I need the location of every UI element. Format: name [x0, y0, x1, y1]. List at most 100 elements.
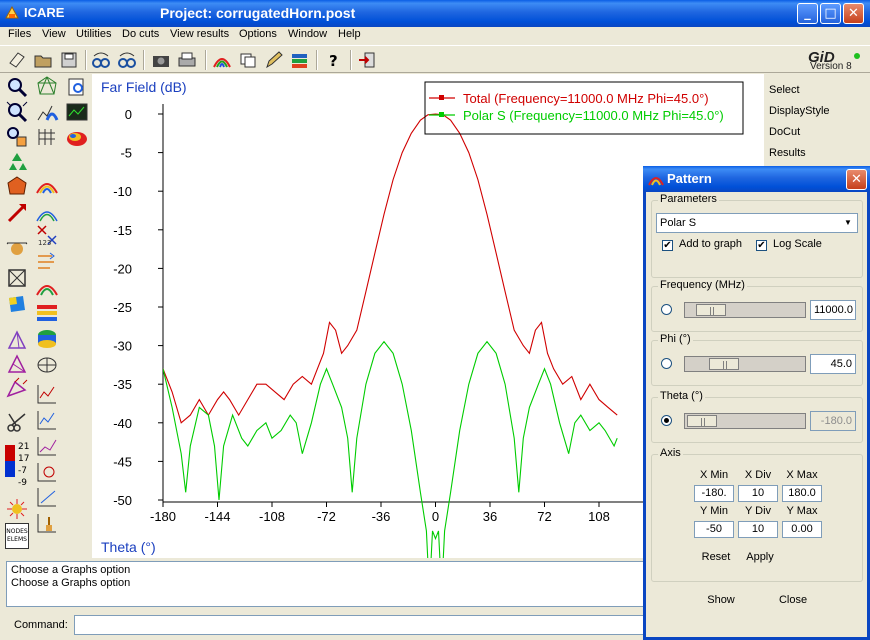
zoom-frame-icon[interactable]	[5, 100, 29, 124]
rainbow-contour-icon[interactable]	[35, 175, 59, 199]
contour-icon[interactable]	[211, 49, 233, 71]
open-folder-icon[interactable]	[32, 49, 54, 71]
menu-help[interactable]: Help	[338, 28, 361, 40]
mesh-grid-icon[interactable]	[35, 125, 59, 149]
graph-window-icon[interactable]	[65, 100, 89, 124]
cylinder-wire-icon[interactable]	[35, 353, 59, 377]
x-tick-label: 0	[432, 509, 439, 524]
minimize-button[interactable]: _	[797, 3, 818, 24]
legend-entry: Total (Frequency=11000.0 MHz Phi=45.0°)	[463, 91, 709, 106]
dialog-title-bar[interactable]: Pattern ✕	[643, 166, 870, 192]
print-icon[interactable]	[176, 49, 198, 71]
rainbow-lines-icon[interactable]	[35, 201, 59, 225]
layers-icon[interactable]	[289, 49, 311, 71]
xdiv-input[interactable]: 10	[738, 485, 778, 502]
menu-options[interactable]: Options	[239, 28, 277, 40]
new-file-icon[interactable]	[6, 49, 28, 71]
frequency-slider-thumb[interactable]	[695, 304, 726, 316]
xmin-input[interactable]: -180.	[694, 485, 734, 502]
render-sphere-icon[interactable]	[5, 175, 29, 199]
status-dot-icon	[854, 53, 860, 59]
graph-polar-icon[interactable]	[35, 460, 59, 484]
layers-view-icon[interactable]	[237, 49, 259, 71]
dialog-close-button[interactable]: ✕	[846, 169, 867, 190]
light-icon[interactable]	[5, 235, 29, 259]
maximize-button[interactable]: □	[820, 3, 841, 24]
frequency-slider[interactable]	[684, 302, 806, 318]
cmd-select[interactable]: Select	[769, 84, 800, 96]
menu-window[interactable]: Window	[288, 28, 327, 40]
frequency-radio[interactable]	[661, 304, 672, 315]
rotate-view-icon[interactable]	[90, 49, 112, 71]
chevron-down-icon[interactable]: ▼	[840, 215, 856, 231]
graph-xy-icon[interactable]	[35, 382, 59, 406]
triangle-split-icon[interactable]	[5, 352, 29, 376]
phi-slider-thumb[interactable]	[709, 358, 739, 370]
x-tick-label: 108	[588, 509, 610, 524]
phi-slider[interactable]	[684, 356, 806, 372]
triangle-element-icon[interactable]	[5, 328, 29, 352]
axis-group: Axis X Min X Div X Max -180. 10 180.0 Y …	[651, 447, 863, 582]
vector-node-icon[interactable]	[5, 376, 29, 400]
cmd-do-cut[interactable]: DoCut	[769, 126, 800, 138]
cut-scissors-icon[interactable]	[5, 410, 29, 434]
cmd-display-style[interactable]: DisplayStyle	[769, 105, 830, 117]
help-question-icon[interactable]: ?	[323, 49, 345, 71]
ydiv-input[interactable]: 10	[738, 521, 778, 538]
surface-color-icon[interactable]	[5, 292, 29, 316]
theta-slider[interactable]	[684, 413, 806, 429]
nodes-elems-button[interactable]: NODES ELEMS	[5, 523, 29, 549]
display-sunburst-icon[interactable]	[5, 497, 29, 521]
y-tick-label: -45	[113, 454, 132, 469]
box-mesh-icon[interactable]	[5, 266, 29, 290]
dialog-close-text-button[interactable]: Close	[766, 590, 820, 611]
edit-pencil-icon[interactable]	[263, 49, 285, 71]
rotate-alt-icon[interactable]	[116, 49, 138, 71]
graph-point-icon[interactable]	[35, 408, 59, 432]
zoom-out-icon[interactable]	[5, 125, 29, 149]
theta-radio[interactable]	[661, 415, 672, 426]
menu-do-cuts[interactable]: Do cuts	[122, 28, 159, 40]
apply-button[interactable]: Apply	[742, 547, 778, 568]
reset-button[interactable]: Reset	[698, 547, 734, 568]
close-button[interactable]: ✕	[843, 3, 864, 24]
arrows-vector-icon[interactable]	[35, 250, 59, 274]
graph-rainbow-icon[interactable]	[35, 100, 59, 124]
ymax-input[interactable]: 0.00	[782, 521, 822, 538]
show-button[interactable]: Show	[694, 590, 748, 611]
cmd-results[interactable]: Results	[769, 147, 806, 159]
y-axis-label: Far Field (dB)	[101, 79, 187, 95]
graph-line-icon[interactable]	[35, 434, 59, 458]
menu-view[interactable]: View	[42, 28, 66, 40]
color-blob-icon[interactable]	[65, 125, 89, 149]
log-scale-checkbox[interactable]: ✔	[756, 240, 767, 251]
cylinder-color-icon[interactable]	[35, 327, 59, 351]
numbering-icon[interactable]: 123	[35, 223, 59, 247]
xmin-label: X Min	[699, 469, 729, 481]
phi-radio[interactable]	[661, 358, 672, 369]
rainbow-bands-icon[interactable]	[35, 275, 59, 299]
frequency-value[interactable]: 11000.0	[810, 300, 856, 320]
y-tick-label: -40	[113, 416, 132, 431]
menu-view-results[interactable]: View results	[170, 28, 229, 40]
graph-border-icon[interactable]	[35, 485, 59, 509]
theta-slider-thumb[interactable]	[687, 415, 717, 427]
phi-value[interactable]: 45.0	[810, 354, 856, 374]
exit-icon[interactable]	[356, 49, 378, 71]
add-to-graph-checkbox[interactable]: ✔	[662, 240, 673, 251]
x-axis-label: Theta (°)	[101, 539, 156, 555]
graph-clear-icon[interactable]	[35, 511, 59, 535]
menu-utilities[interactable]: Utilities	[76, 28, 111, 40]
recycle-icon[interactable]	[5, 150, 29, 174]
parameter-select[interactable]: Polar S ▼	[656, 213, 858, 233]
zoom-page-icon[interactable]	[65, 75, 89, 99]
camera-icon[interactable]	[150, 49, 172, 71]
xmax-input[interactable]: 180.0	[782, 485, 822, 502]
ymin-input[interactable]: -50	[694, 521, 734, 538]
wireframe-sphere-icon[interactable]	[35, 75, 59, 99]
save-icon[interactable]	[58, 49, 80, 71]
rotate-arrow-icon[interactable]	[5, 201, 29, 225]
zoom-in-icon[interactable]	[5, 75, 29, 99]
stripes-icon[interactable]	[35, 301, 59, 325]
menu-files[interactable]: Files	[8, 28, 31, 40]
